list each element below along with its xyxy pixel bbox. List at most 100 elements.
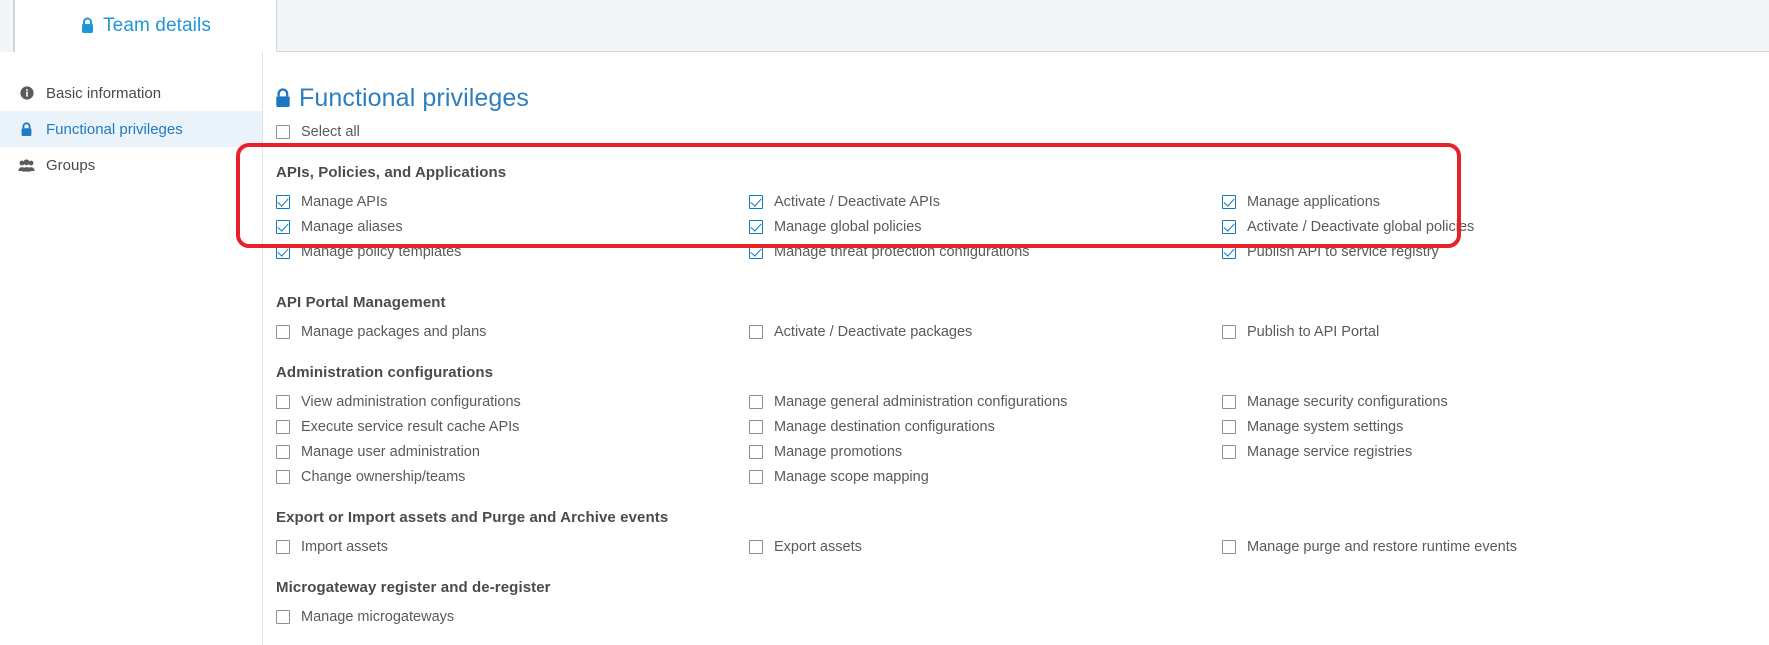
privilege-checkbox-row[interactable]: Execute service result cache APIs bbox=[276, 418, 749, 437]
privilege-checkbox-row[interactable]: Change ownership/teams bbox=[276, 468, 749, 487]
privilege-checkbox[interactable] bbox=[749, 470, 763, 484]
lock-icon bbox=[18, 121, 35, 137]
privilege-checkbox-row[interactable]: Manage microgateways bbox=[276, 608, 749, 627]
privilege-checkbox-row[interactable]: Manage destination configurations bbox=[749, 418, 1222, 437]
privilege-checkbox[interactable] bbox=[276, 610, 290, 624]
privilege-column: Import assets bbox=[276, 538, 749, 557]
privilege-group-columns: Import assets Export assets Manage purge a… bbox=[276, 538, 1769, 557]
privilege-column: Activate / Deactivate APIs Manage global … bbox=[749, 193, 1222, 262]
team-details-page: Team details Basic information Functiona… bbox=[0, 0, 1769, 645]
privilege-checkbox[interactable] bbox=[276, 445, 290, 459]
privilege-checkbox[interactable] bbox=[276, 420, 290, 434]
privilege-label: Manage promotions bbox=[774, 443, 903, 460]
privilege-checkbox-row[interactable]: Manage security configurations bbox=[1222, 393, 1448, 412]
privilege-checkbox[interactable] bbox=[276, 540, 290, 554]
privilege-checkbox-row[interactable]: Export assets bbox=[749, 538, 1222, 557]
privilege-checkbox[interactable] bbox=[276, 395, 290, 409]
privilege-checkbox-row[interactable]: Manage global policies bbox=[749, 218, 1222, 237]
privilege-checkbox[interactable] bbox=[276, 220, 290, 234]
privilege-checkbox[interactable] bbox=[1222, 395, 1236, 409]
privilege-checkbox-row[interactable]: Manage policy templates bbox=[276, 243, 749, 262]
privilege-checkbox-row[interactable]: Manage packages and plans bbox=[276, 323, 749, 342]
privilege-checkbox-row[interactable]: Manage threat protection configurations bbox=[749, 243, 1222, 262]
sidebar-item-functional-privileges[interactable]: Functional privileges bbox=[0, 111, 262, 147]
privilege-checkbox-row[interactable]: Publish to API Portal bbox=[1222, 323, 1379, 342]
privilege-checkbox[interactable] bbox=[1222, 325, 1236, 339]
users-group-icon bbox=[18, 158, 35, 172]
privilege-checkbox[interactable] bbox=[276, 325, 290, 339]
privilege-checkbox-row[interactable]: Manage promotions bbox=[749, 443, 1222, 462]
privilege-group: Export or Import assets and Purge and Ar… bbox=[264, 509, 1769, 557]
privilege-column: Publish to API Portal bbox=[1222, 323, 1379, 342]
privilege-group: API Portal Management Manage packages and… bbox=[264, 294, 1769, 342]
privilege-checkbox-row[interactable]: Manage purge and restore runtime events bbox=[1222, 538, 1517, 557]
privilege-label: Publish to API Portal bbox=[1247, 323, 1380, 340]
privilege-checkbox-row[interactable]: Manage user administration bbox=[276, 443, 749, 462]
privilege-group-columns: View administration configurations Execut… bbox=[276, 393, 1769, 487]
tab-label: Team details bbox=[103, 14, 211, 36]
privilege-checkbox-row[interactable]: Manage system settings bbox=[1222, 418, 1448, 437]
privilege-checkbox[interactable] bbox=[749, 220, 763, 234]
sidebar-item-groups[interactable]: Groups bbox=[0, 147, 262, 183]
privilege-label: Execute service result cache APIs bbox=[301, 418, 520, 435]
select-all-row[interactable]: Select all bbox=[276, 125, 1769, 140]
privilege-label: Manage global policies bbox=[774, 218, 922, 235]
privilege-group-title: API Portal Management bbox=[276, 293, 446, 311]
privilege-checkbox[interactable] bbox=[1222, 245, 1236, 259]
privilege-label: Manage microgateways bbox=[301, 608, 455, 625]
privilege-checkbox-row[interactable]: Manage APIs bbox=[276, 193, 749, 212]
privilege-checkbox[interactable] bbox=[1222, 195, 1236, 209]
privilege-checkbox-row[interactable]: Manage aliases bbox=[276, 218, 749, 237]
privilege-label: Manage aliases bbox=[301, 218, 403, 235]
privilege-checkbox-row[interactable]: Activate / Deactivate packages bbox=[749, 323, 1222, 342]
privilege-label: Manage threat protection configurations bbox=[774, 243, 1030, 260]
privilege-checkbox-row[interactable]: Manage service registries bbox=[1222, 443, 1448, 462]
privilege-group-columns: Manage APIs Manage aliases Manage policy t… bbox=[276, 193, 1769, 262]
privilege-checkbox[interactable] bbox=[749, 445, 763, 459]
privilege-checkbox[interactable] bbox=[1222, 220, 1236, 234]
privilege-label: Manage policy templates bbox=[301, 243, 462, 260]
privilege-checkbox-row[interactable]: Activate / Deactivate global policies bbox=[1222, 218, 1474, 237]
privilege-label: Manage APIs bbox=[301, 193, 388, 210]
privilege-checkbox[interactable] bbox=[749, 325, 763, 339]
privilege-checkbox[interactable] bbox=[749, 540, 763, 554]
privilege-checkbox[interactable] bbox=[276, 195, 290, 209]
privilege-label: Publish API to service registry bbox=[1247, 243, 1439, 260]
privilege-column: View administration configurations Execut… bbox=[276, 393, 749, 487]
select-all-checkbox[interactable] bbox=[276, 125, 290, 140]
privilege-checkbox-row[interactable]: Publish API to service registry bbox=[1222, 243, 1474, 262]
privilege-checkbox[interactable] bbox=[1222, 445, 1236, 459]
privilege-column: Manage microgateways bbox=[276, 608, 749, 627]
privilege-group-title: Export or Import assets and Purge and Ar… bbox=[276, 508, 669, 526]
tab-team-details[interactable]: Team details bbox=[14, 0, 277, 52]
privilege-checkbox[interactable] bbox=[749, 245, 763, 259]
privilege-checkbox[interactable] bbox=[749, 420, 763, 434]
sidebar-item-label: Functional privileges bbox=[46, 120, 183, 138]
main-content: Functional privileges Select all APIs, P… bbox=[264, 52, 1769, 645]
privilege-checkbox-row[interactable]: Manage scope mapping bbox=[749, 468, 1222, 487]
page-title-text: Functional privileges bbox=[299, 84, 529, 112]
privilege-checkbox-row[interactable]: Activate / Deactivate APIs bbox=[749, 193, 1222, 212]
privilege-label: Manage scope mapping bbox=[774, 468, 929, 485]
privilege-label: Manage packages and plans bbox=[301, 323, 487, 340]
lock-icon bbox=[274, 88, 292, 109]
privilege-checkbox-row[interactable]: Import assets bbox=[276, 538, 749, 557]
privilege-column: Manage security configurations Manage sys… bbox=[1222, 393, 1448, 487]
privilege-checkbox[interactable] bbox=[749, 395, 763, 409]
sidebar-item-basic-information[interactable]: Basic information bbox=[0, 75, 262, 111]
privilege-label: Activate / Deactivate global policies bbox=[1247, 218, 1475, 235]
privilege-label: Manage user administration bbox=[301, 443, 480, 460]
privilege-checkbox[interactable] bbox=[1222, 420, 1236, 434]
privilege-checkbox-row[interactable]: View administration configurations bbox=[276, 393, 749, 412]
privilege-label: Manage purge and restore runtime events bbox=[1247, 538, 1518, 555]
privilege-checkbox[interactable] bbox=[276, 470, 290, 484]
page-title: Functional privileges bbox=[274, 84, 1769, 113]
privilege-checkbox-row[interactable]: Manage applications bbox=[1222, 193, 1474, 212]
privilege-checkbox[interactable] bbox=[1222, 540, 1236, 554]
privilege-checkbox[interactable] bbox=[749, 195, 763, 209]
tab-strip-left-stub bbox=[0, 0, 14, 52]
privilege-column bbox=[749, 608, 1222, 627]
sidebar: Basic information Functional privileges bbox=[0, 52, 263, 645]
privilege-checkbox-row[interactable]: Manage general administration configurat… bbox=[749, 393, 1222, 412]
privilege-checkbox[interactable] bbox=[276, 245, 290, 259]
